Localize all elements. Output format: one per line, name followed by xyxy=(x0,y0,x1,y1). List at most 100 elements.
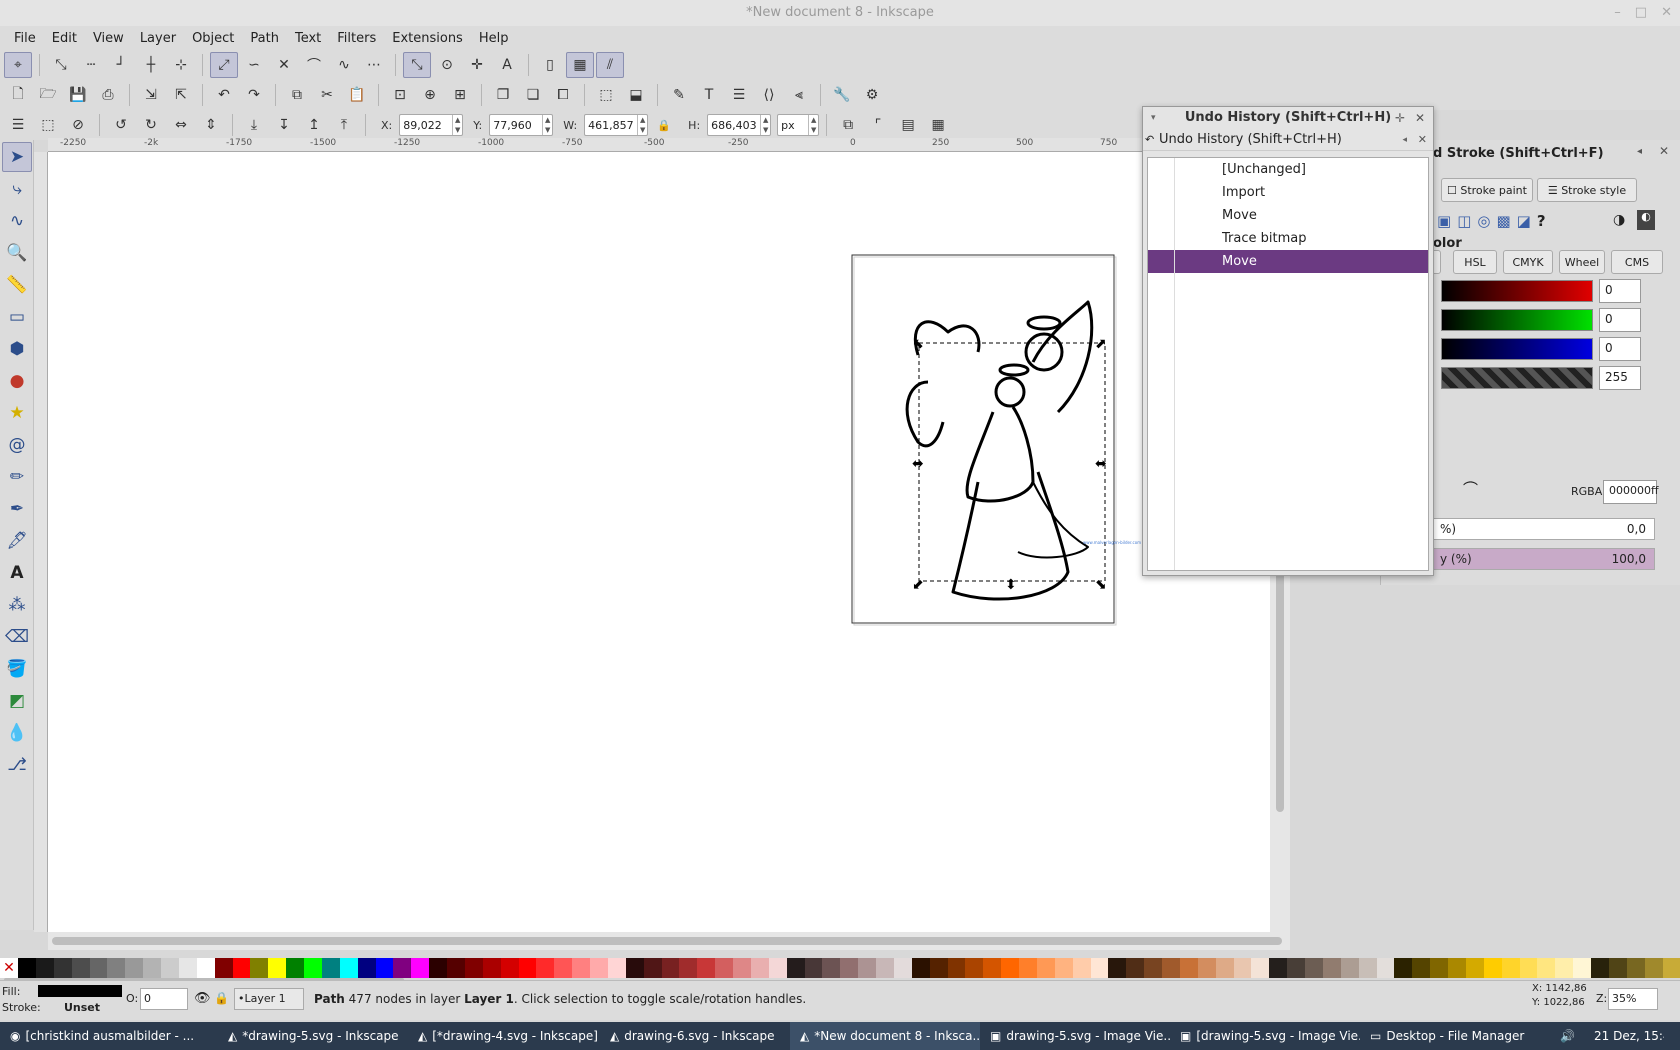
transform-patterns-icon[interactable]: ▦ xyxy=(924,112,952,138)
palette-swatch[interactable] xyxy=(1144,958,1162,978)
palette-swatch[interactable] xyxy=(268,958,287,978)
palette-swatch[interactable] xyxy=(1644,958,1663,978)
tab-stroke-paint[interactable]: ☐ Stroke paint xyxy=(1441,178,1533,202)
undo-window-close-icon[interactable]: ✕ xyxy=(1415,107,1425,129)
green-value[interactable]: 0 xyxy=(1599,308,1641,332)
raise-icon[interactable]: ↥ xyxy=(300,112,328,138)
palette-swatch[interactable] xyxy=(1036,958,1055,978)
snap-intersections-icon[interactable]: ✕ xyxy=(270,52,298,78)
ungroup-icon[interactable]: ⬓ xyxy=(622,82,650,108)
cut-icon[interactable]: ✂ xyxy=(313,82,341,108)
palette-swatch[interactable] xyxy=(1394,958,1413,978)
palette-swatch[interactable] xyxy=(339,958,358,978)
raise-top-icon[interactable]: ⤒ xyxy=(330,112,358,138)
color-palette[interactable]: ✕ xyxy=(0,958,1680,978)
palette-swatch[interactable] xyxy=(500,958,519,978)
taskbar-item[interactable]: ◉ [christkind ausmalbilder - ... xyxy=(0,1022,218,1050)
tab-stroke-style[interactable]: ☰ Stroke style xyxy=(1537,178,1637,202)
menu-file[interactable]: File xyxy=(6,31,44,46)
palette-swatch[interactable] xyxy=(1465,958,1484,978)
snap-center-icon[interactable]: ⊙ xyxy=(433,52,461,78)
new-document-icon[interactable]: 🗋 xyxy=(4,82,32,108)
palette-swatch[interactable] xyxy=(53,958,72,978)
undo-history-window[interactable]: ▾ Undo History (Shift+Ctrl+H) ✛ ✕ ↶ Undo… xyxy=(1142,106,1434,576)
star-tool-icon[interactable]: ★ xyxy=(2,398,32,428)
palette-swatch[interactable] xyxy=(1608,958,1627,978)
undo-item-move[interactable]: Move xyxy=(1148,204,1428,227)
deselect-icon[interactable]: ⊘ xyxy=(64,112,92,138)
palette-swatch[interactable] xyxy=(232,958,251,978)
palette-swatch[interactable] xyxy=(1448,958,1466,978)
scale-corners-icon[interactable]: ⌜ xyxy=(864,112,892,138)
snap-enable-icon[interactable]: ⌖ xyxy=(4,52,32,78)
palette-swatch[interactable] xyxy=(1179,958,1198,978)
dock-close-icon[interactable]: ✕ xyxy=(1418,129,1427,151)
snap-grid-icon[interactable]: ▦ xyxy=(566,52,594,78)
drawing-canvas[interactable]: www.malvorlagen-bilder.com ⬉ ⬈ ⬌ ⬌ ⬋ ⬍ ⬊ xyxy=(48,152,1270,932)
color-picker-icon[interactable]: ⌒ xyxy=(1463,478,1478,499)
palette-swatch[interactable] xyxy=(858,958,876,978)
scale-handle-s-icon[interactable]: ⬍ xyxy=(1005,577,1017,593)
dropper-tool-icon[interactable]: 💧 xyxy=(2,718,32,748)
palette-swatch[interactable] xyxy=(750,958,769,978)
scale-handle-w-icon[interactable]: ⬌ xyxy=(912,456,924,472)
palette-swatch[interactable] xyxy=(1501,958,1520,978)
taskbar-item-active[interactable]: ◭ *New document 8 - Inksca... xyxy=(790,1022,980,1050)
zoom-selection-icon[interactable]: ⊡ xyxy=(386,82,414,108)
snap-page-icon[interactable]: ▯ xyxy=(536,52,564,78)
palette-swatch[interactable] xyxy=(679,958,698,978)
rotate-ccw-icon[interactable]: ↺ xyxy=(107,112,135,138)
fill-rule-evenodd-icon[interactable]: ◑ xyxy=(1613,212,1625,228)
snap-bbox-corner-icon[interactable]: ┘ xyxy=(107,52,135,78)
layers-icon[interactable]: ☰ xyxy=(725,82,753,108)
palette-swatch[interactable] xyxy=(196,958,215,978)
lock-ratio-icon[interactable]: 🔒 xyxy=(650,112,678,138)
palette-swatch[interactable] xyxy=(768,958,787,978)
x-field[interactable]: 89,022 ▲ ▼ xyxy=(399,114,464,136)
snap-bbox-edge-icon[interactable]: ┄ xyxy=(77,52,105,78)
palette-swatch[interactable] xyxy=(1090,958,1109,978)
flat-color-icon[interactable]: ▣ xyxy=(1437,212,1451,230)
red-value[interactable]: 0 xyxy=(1599,279,1641,303)
palette-swatch[interactable] xyxy=(1269,958,1288,978)
palette-swatch[interactable] xyxy=(983,958,1002,978)
palette-swatch[interactable] xyxy=(1251,958,1270,978)
lock-icon[interactable]: 🔒 xyxy=(214,991,229,1005)
palette-swatch[interactable] xyxy=(661,958,680,978)
palette-swatch[interactable] xyxy=(1108,958,1127,978)
height-field[interactable]: 686,403 ▲ ▼ xyxy=(707,114,772,136)
zoom-field[interactable]: 35% xyxy=(1608,988,1658,1010)
selector-tool-icon[interactable]: ➤ xyxy=(2,142,32,172)
palette-swatch[interactable] xyxy=(35,958,54,978)
zoom-drawing-icon[interactable]: ⊕ xyxy=(416,82,444,108)
panel-close-icon[interactable]: ✕ xyxy=(1659,144,1669,158)
xml-editor-icon[interactable]: ⟨⟩ xyxy=(755,82,783,108)
lower-icon[interactable]: ↧ xyxy=(270,112,298,138)
group-icon[interactable]: ⬚ xyxy=(592,82,620,108)
undo-item-trace-bitmap[interactable]: Trace bitmap xyxy=(1148,227,1428,250)
rectangle-tool-icon[interactable]: ▭ xyxy=(2,302,32,332)
palette-swatch[interactable] xyxy=(840,958,859,978)
palette-swatch[interactable] xyxy=(447,958,465,978)
palette-swatch[interactable] xyxy=(804,958,823,978)
red-slider[interactable] xyxy=(1441,280,1593,302)
undo-item-move-selected[interactable]: Move xyxy=(1148,250,1428,273)
paste-icon[interactable]: 📋 xyxy=(343,82,371,108)
palette-swatch[interactable] xyxy=(1537,958,1556,978)
palette-swatch[interactable] xyxy=(697,958,716,978)
text-tool-icon[interactable]: A xyxy=(2,558,32,588)
calligraphy-tool-icon[interactable]: 🖋 xyxy=(2,526,32,556)
palette-swatch[interactable] xyxy=(1376,958,1395,978)
width-field[interactable]: 461,857 ▲ ▼ xyxy=(584,114,649,136)
snap-bbox-midpoint-icon[interactable]: ┼ xyxy=(137,52,165,78)
palette-swatch[interactable] xyxy=(572,958,590,978)
palette-swatch[interactable] xyxy=(411,958,430,978)
tweak-tool-icon[interactable]: ∿ xyxy=(2,206,32,236)
unlink-clone-icon[interactable]: ⧠ xyxy=(549,82,577,108)
scale-handle-e-icon[interactable]: ⬌ xyxy=(1095,456,1107,472)
palette-swatch[interactable] xyxy=(893,958,912,978)
palette-swatch[interactable] xyxy=(1197,958,1216,978)
minimize-button[interactable]: – xyxy=(1614,0,1621,26)
spin-arrows-icon[interactable]: ▲ ▼ xyxy=(760,115,770,135)
taskbar-item[interactable]: ▣ [drawing-5.svg - Image Vie... xyxy=(1170,1022,1360,1050)
